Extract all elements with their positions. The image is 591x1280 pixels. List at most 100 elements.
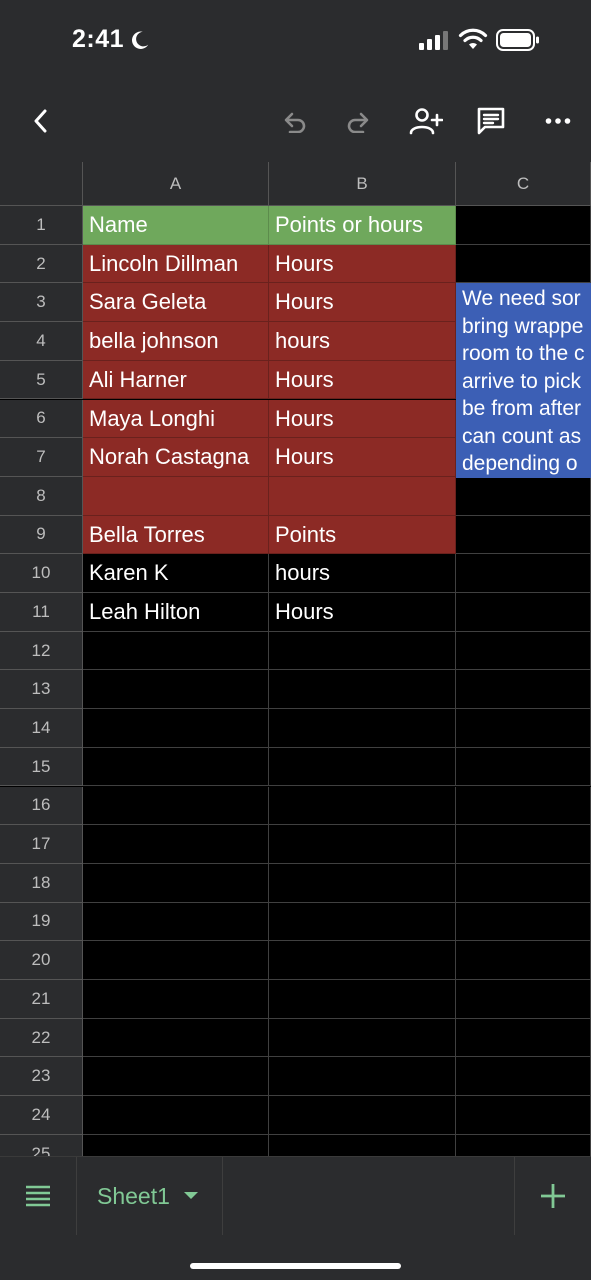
- redo-button[interactable]: [334, 80, 384, 162]
- cell-b15[interactable]: [269, 747, 456, 787]
- cell-b16[interactable]: [269, 786, 456, 826]
- row-header-8[interactable]: 8: [0, 476, 83, 516]
- cell-c18[interactable]: [456, 863, 591, 903]
- cell-b3[interactable]: Hours: [269, 283, 456, 323]
- row-header-25[interactable]: 25: [0, 1134, 83, 1156]
- cell-b14[interactable]: [269, 709, 456, 748]
- cell-b1[interactable]: Points or hours: [269, 206, 456, 245]
- cell-b2[interactable]: Hours: [269, 244, 456, 284]
- cell-a14[interactable]: [83, 709, 269, 748]
- cell-a2[interactable]: Lincoln Dillman: [83, 244, 269, 284]
- cell-a9[interactable]: Bella Torres: [83, 515, 269, 555]
- row-header-4[interactable]: 4: [0, 322, 83, 361]
- cell-a19[interactable]: [83, 902, 269, 942]
- share-button[interactable]: [401, 80, 451, 162]
- cell-a20[interactable]: [83, 941, 269, 980]
- row-header-19[interactable]: 19: [0, 902, 83, 942]
- sheet-tab-sheet1[interactable]: Sheet1: [77, 1157, 223, 1235]
- row-header-20[interactable]: 20: [0, 941, 83, 980]
- cell-a11[interactable]: Leah Hilton: [83, 593, 269, 632]
- cell-c3-note[interactable]: We need sor bring wrappe room to the c arri…: [456, 283, 591, 478]
- row-header-7[interactable]: 7: [0, 438, 83, 477]
- cell-b20[interactable]: [269, 941, 456, 980]
- undo-button[interactable]: [269, 80, 319, 162]
- cell-c15[interactable]: [456, 747, 591, 787]
- cell-b19[interactable]: [269, 902, 456, 942]
- cell-c23[interactable]: [456, 1057, 591, 1097]
- cell-b6[interactable]: Hours: [269, 399, 456, 439]
- cell-a25[interactable]: [83, 1134, 269, 1156]
- cell-c10[interactable]: [456, 554, 591, 593]
- cell-b11[interactable]: Hours: [269, 593, 456, 632]
- cell-b9[interactable]: Points: [269, 515, 456, 555]
- cell-a12[interactable]: [83, 631, 269, 671]
- cell-b8[interactable]: [269, 476, 456, 516]
- cell-a13[interactable]: [83, 670, 269, 710]
- cell-c21[interactable]: [456, 980, 591, 1019]
- column-header-a[interactable]: A: [83, 162, 269, 206]
- row-header-22[interactable]: 22: [0, 1018, 83, 1058]
- cell-a3[interactable]: Sara Geleta: [83, 283, 269, 323]
- cell-a4[interactable]: bella johnson: [83, 322, 269, 361]
- cell-a22[interactable]: [83, 1018, 269, 1058]
- cell-a1[interactable]: Name: [83, 206, 269, 245]
- cell-c1[interactable]: [456, 206, 591, 245]
- more-options-button[interactable]: [533, 80, 583, 162]
- cell-c2[interactable]: [456, 244, 591, 284]
- comments-button[interactable]: [466, 80, 516, 162]
- dropdown-icon[interactable]: [183, 1192, 198, 1200]
- row-header-10[interactable]: 10: [0, 554, 83, 593]
- row-header-5[interactable]: 5: [0, 360, 83, 400]
- row-header-3[interactable]: 3: [0, 283, 83, 323]
- column-header-b[interactable]: B: [269, 162, 456, 206]
- row-header-12[interactable]: 12: [0, 631, 83, 671]
- cell-b17[interactable]: [269, 825, 456, 864]
- cell-a7[interactable]: Norah Castagna: [83, 438, 269, 477]
- cell-c16[interactable]: [456, 786, 591, 826]
- spreadsheet-grid[interactable]: A B C 1 2 3 4 5 6 7 8 9 10 11 12 13 14 15 16 17 18 19 20 21 2…: [0, 162, 591, 1156]
- cell-a24[interactable]: [83, 1096, 269, 1135]
- cell-a8[interactable]: [83, 476, 269, 516]
- cell-b22[interactable]: [269, 1018, 456, 1058]
- cell-c8[interactable]: [456, 476, 591, 516]
- cell-a23[interactable]: [83, 1057, 269, 1097]
- row-header-6[interactable]: 6: [0, 399, 83, 439]
- cell-b4[interactable]: hours: [269, 322, 456, 361]
- cell-a16[interactable]: [83, 786, 269, 826]
- cell-b13[interactable]: [269, 670, 456, 710]
- cell-c24[interactable]: [456, 1096, 591, 1135]
- cell-b25[interactable]: [269, 1134, 456, 1156]
- cell-c19[interactable]: [456, 902, 591, 942]
- row-header-23[interactable]: 23: [0, 1057, 83, 1097]
- cell-a15[interactable]: [83, 747, 269, 787]
- cell-a10[interactable]: Karen K: [83, 554, 269, 593]
- cell-c11[interactable]: [456, 593, 591, 632]
- cell-c12[interactable]: [456, 631, 591, 671]
- row-header-18[interactable]: 18: [0, 863, 83, 903]
- cell-c17[interactable]: [456, 825, 591, 864]
- column-header-c[interactable]: C: [456, 162, 591, 206]
- back-button[interactable]: [16, 80, 66, 162]
- row-header-16[interactable]: 16: [0, 786, 83, 826]
- cell-a18[interactable]: [83, 863, 269, 903]
- row-header-14[interactable]: 14: [0, 709, 83, 748]
- cell-b18[interactable]: [269, 863, 456, 903]
- row-header-17[interactable]: 17: [0, 825, 83, 864]
- cell-a6[interactable]: Maya Longhi: [83, 399, 269, 439]
- add-sheet-button[interactable]: [514, 1157, 591, 1235]
- row-header-21[interactable]: 21: [0, 980, 83, 1019]
- cell-a5[interactable]: Ali Harner: [83, 360, 269, 400]
- cell-b23[interactable]: [269, 1057, 456, 1097]
- select-all-corner[interactable]: [0, 162, 83, 206]
- row-header-13[interactable]: 13: [0, 670, 83, 710]
- sheets-menu-button[interactable]: [0, 1157, 77, 1235]
- cell-c14[interactable]: [456, 709, 591, 748]
- row-header-15[interactable]: 15: [0, 747, 83, 787]
- row-header-9[interactable]: 9: [0, 515, 83, 555]
- cell-b10[interactable]: hours: [269, 554, 456, 593]
- row-header-1[interactable]: 1: [0, 206, 83, 245]
- cell-a21[interactable]: [83, 980, 269, 1019]
- cell-c20[interactable]: [456, 941, 591, 980]
- cell-b5[interactable]: Hours: [269, 360, 456, 400]
- home-indicator[interactable]: [190, 1263, 401, 1269]
